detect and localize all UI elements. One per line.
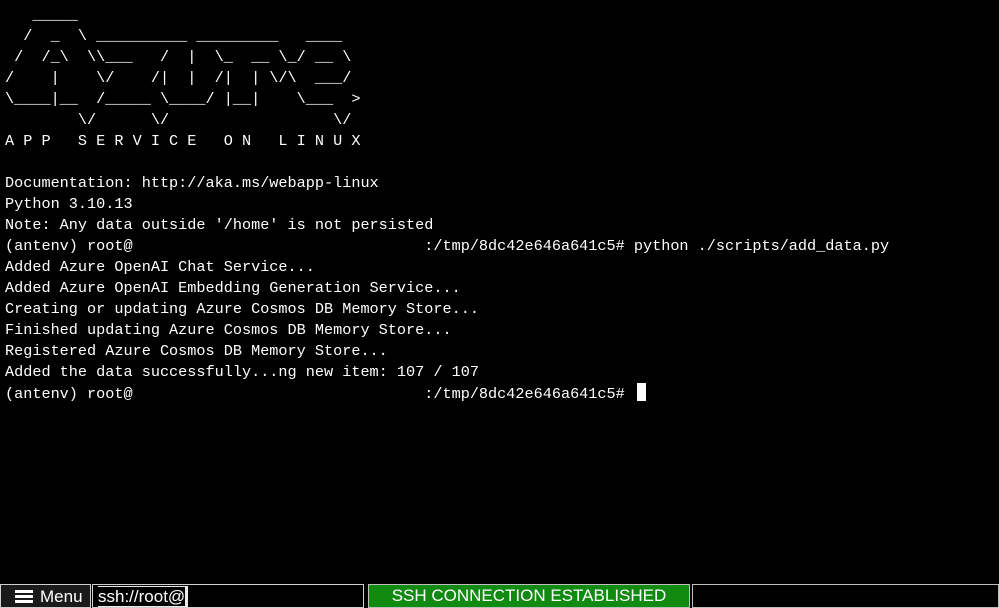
menu-button[interactable]: Menu <box>0 584 91 608</box>
status-bar: Menu ssh://root@ SSH CONNECTION ESTABLIS… <box>0 584 999 608</box>
output-line: Note: Any data outside '/home' is not pe… <box>5 216 434 234</box>
menu-label: Menu <box>40 587 83 606</box>
output-line: Registered Azure Cosmos DB Memory Store.… <box>5 342 388 360</box>
banner-line: / /_\ \\___ / | \_ __ \_/ __ \ <box>5 48 352 66</box>
output-line: Added Azure OpenAI Chat Service... <box>5 258 315 276</box>
output-line: Python 3.10.13 <box>5 195 133 213</box>
prompt-line[interactable]: (antenv) root@ :/tmp/8dc42e646a641c5# <box>5 383 646 404</box>
command-line: (antenv) root@ :/tmp/8dc42e646a641c5# py… <box>5 237 890 255</box>
ssh-status-badge: SSH CONNECTION ESTABLISHED <box>368 584 690 608</box>
status-bar-spacer <box>692 584 999 608</box>
prompt-text: (antenv) root@ :/tmp/8dc42e646a641c5# <box>5 385 634 403</box>
banner-line: / _ \ __________ _________ ____ <box>5 27 343 45</box>
connection-url-prefix: ssh://root@ <box>98 587 186 606</box>
output-line: Added Azure OpenAI Embedding Generation … <box>5 279 461 297</box>
banner-subtitle: A P P S E R V I C E O N L I N U X <box>5 132 361 150</box>
connection-url-text: ssh://root@ <box>98 586 189 607</box>
banner-line: \____|__ /_____ \____/ |__| \___ > <box>5 90 361 108</box>
banner-line: _____ <box>5 6 78 24</box>
banner-line: / | \/ /| | /| | \/\ ___/ <box>5 69 352 87</box>
connection-url: ssh://root@ <box>92 584 364 608</box>
output-line: Added the data successfully...ng new ite… <box>5 363 479 381</box>
banner-line: \/ \/ \/ <box>5 111 352 129</box>
output-line: Finished updating Azure Cosmos DB Memory… <box>5 321 452 339</box>
output-line: Creating or updating Azure Cosmos DB Mem… <box>5 300 479 318</box>
hamburger-icon <box>15 590 33 603</box>
terminal-output[interactable]: _____ / _ \ __________ _________ ____ / … <box>0 0 999 584</box>
output-line: Documentation: http://aka.ms/webapp-linu… <box>5 174 379 192</box>
text-cursor <box>636 383 646 401</box>
